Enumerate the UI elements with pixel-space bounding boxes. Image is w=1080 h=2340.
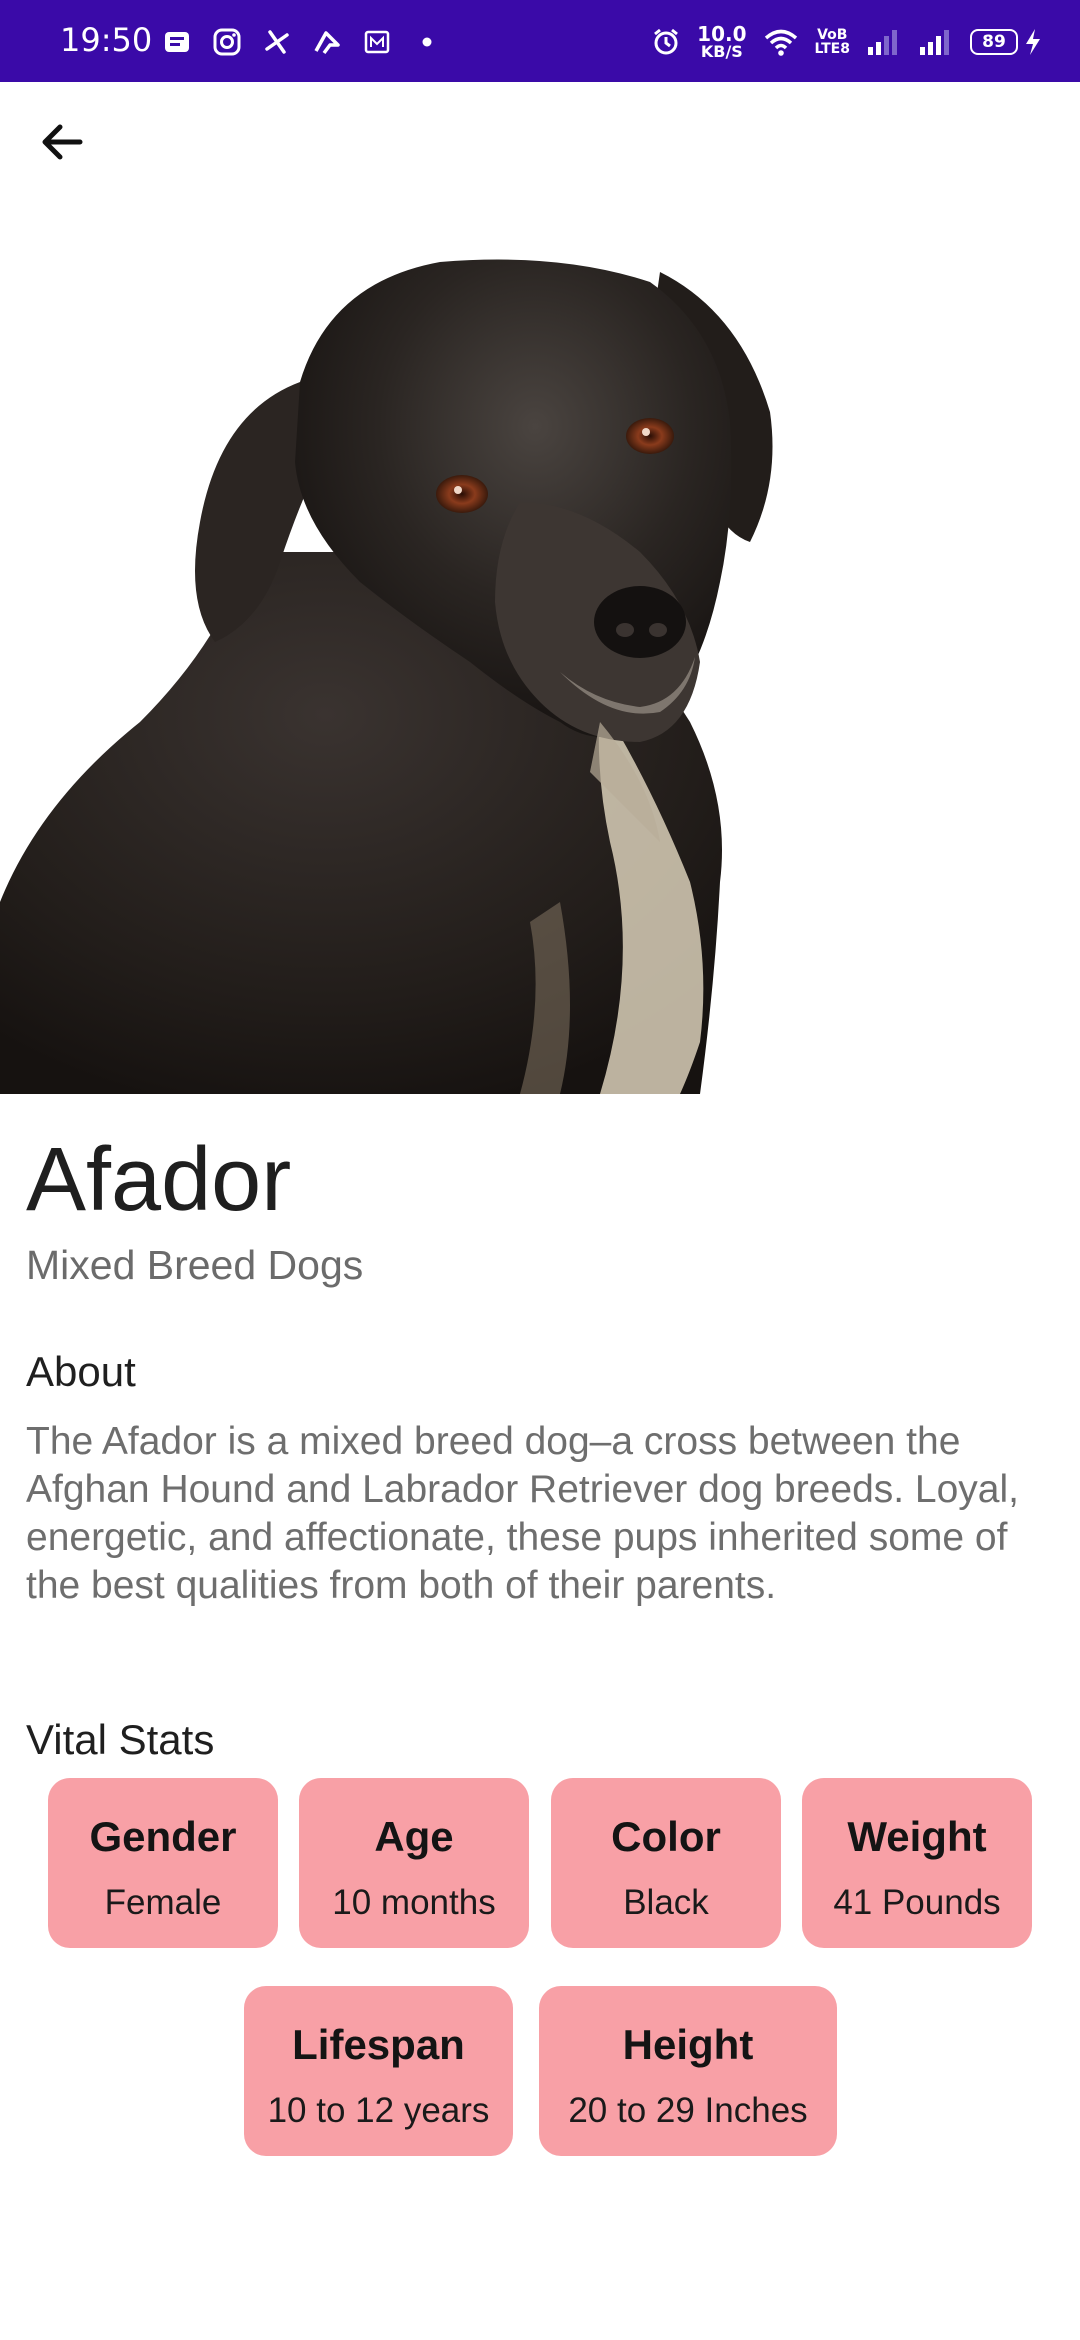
stat-card-lifespan: Lifespan 10 to 12 years (244, 1986, 513, 2156)
volte-indicator: VoB LTE8 (815, 28, 850, 56)
about-title: About (26, 1348, 136, 1395)
volte-bottom-label: LTE8 (814, 41, 850, 57)
stat-card-age: Age 10 months (299, 1778, 529, 1948)
signal-2-icon (918, 27, 954, 57)
back-button[interactable] (30, 112, 94, 176)
arrow-left-icon (38, 118, 86, 170)
wifi-icon (763, 27, 799, 57)
stat-label: Height (622, 2021, 754, 2068)
breed-photo (0, 82, 1080, 1094)
app-logo-icon (312, 27, 342, 57)
breed-name: Afador (26, 1130, 292, 1230)
breed-group: Mixed Breed Dogs (26, 1242, 364, 1288)
network-speed-value: 10.0 (697, 22, 747, 46)
volte-top-label: VoB (817, 27, 848, 43)
stat-value: 10 to 12 years (267, 2091, 490, 2130)
stat-label: Color (611, 1813, 721, 1860)
stat-value: 10 months (332, 1883, 496, 1922)
charging-bolt-icon (1024, 27, 1042, 57)
stat-value: Black (623, 1883, 709, 1922)
stat-label: Lifespan (292, 2021, 465, 2068)
alarm-icon (651, 27, 681, 57)
network-speed: 10.0 KB/S (697, 24, 746, 60)
pinwheel-icon (262, 27, 292, 57)
message-icon (162, 27, 192, 57)
stat-value: 41 Pounds (833, 1883, 1001, 1922)
more-notifications-dot-icon (412, 27, 442, 57)
stat-label: Weight (847, 1813, 987, 1860)
network-speed-unit: KB/S (700, 42, 743, 61)
m-app-icon (362, 27, 392, 57)
about-text: The Afador is a mixed breed dog–a cross … (26, 1420, 1019, 1607)
stat-card-gender: Gender Female (48, 1778, 278, 1948)
signal-1-icon (866, 27, 902, 57)
status-time: 19:50 (60, 21, 153, 59)
notification-icons (162, 22, 442, 62)
stat-label: Age (374, 1813, 454, 1860)
stat-card-weight: Weight 41 Pounds (802, 1778, 1032, 1948)
stat-card-height: Height 20 to 29 Inches (539, 1986, 837, 2156)
battery-indicator: 89 (970, 29, 1018, 55)
stat-value: Female (104, 1883, 222, 1922)
stat-label: Gender (89, 1813, 237, 1860)
vital-stats-title: Vital Stats (26, 1716, 215, 1763)
battery-level: 89 (982, 32, 1006, 52)
stat-value: 20 to 29 Inches (568, 2091, 808, 2130)
status-bar: 19:50 10.0 KB/S VoB LTE8 89 (0, 0, 1080, 82)
system-status-icons: 10.0 KB/S VoB LTE8 89 (651, 20, 1042, 64)
instagram-icon (212, 27, 242, 57)
stat-card-color: Color Black (551, 1778, 781, 1948)
